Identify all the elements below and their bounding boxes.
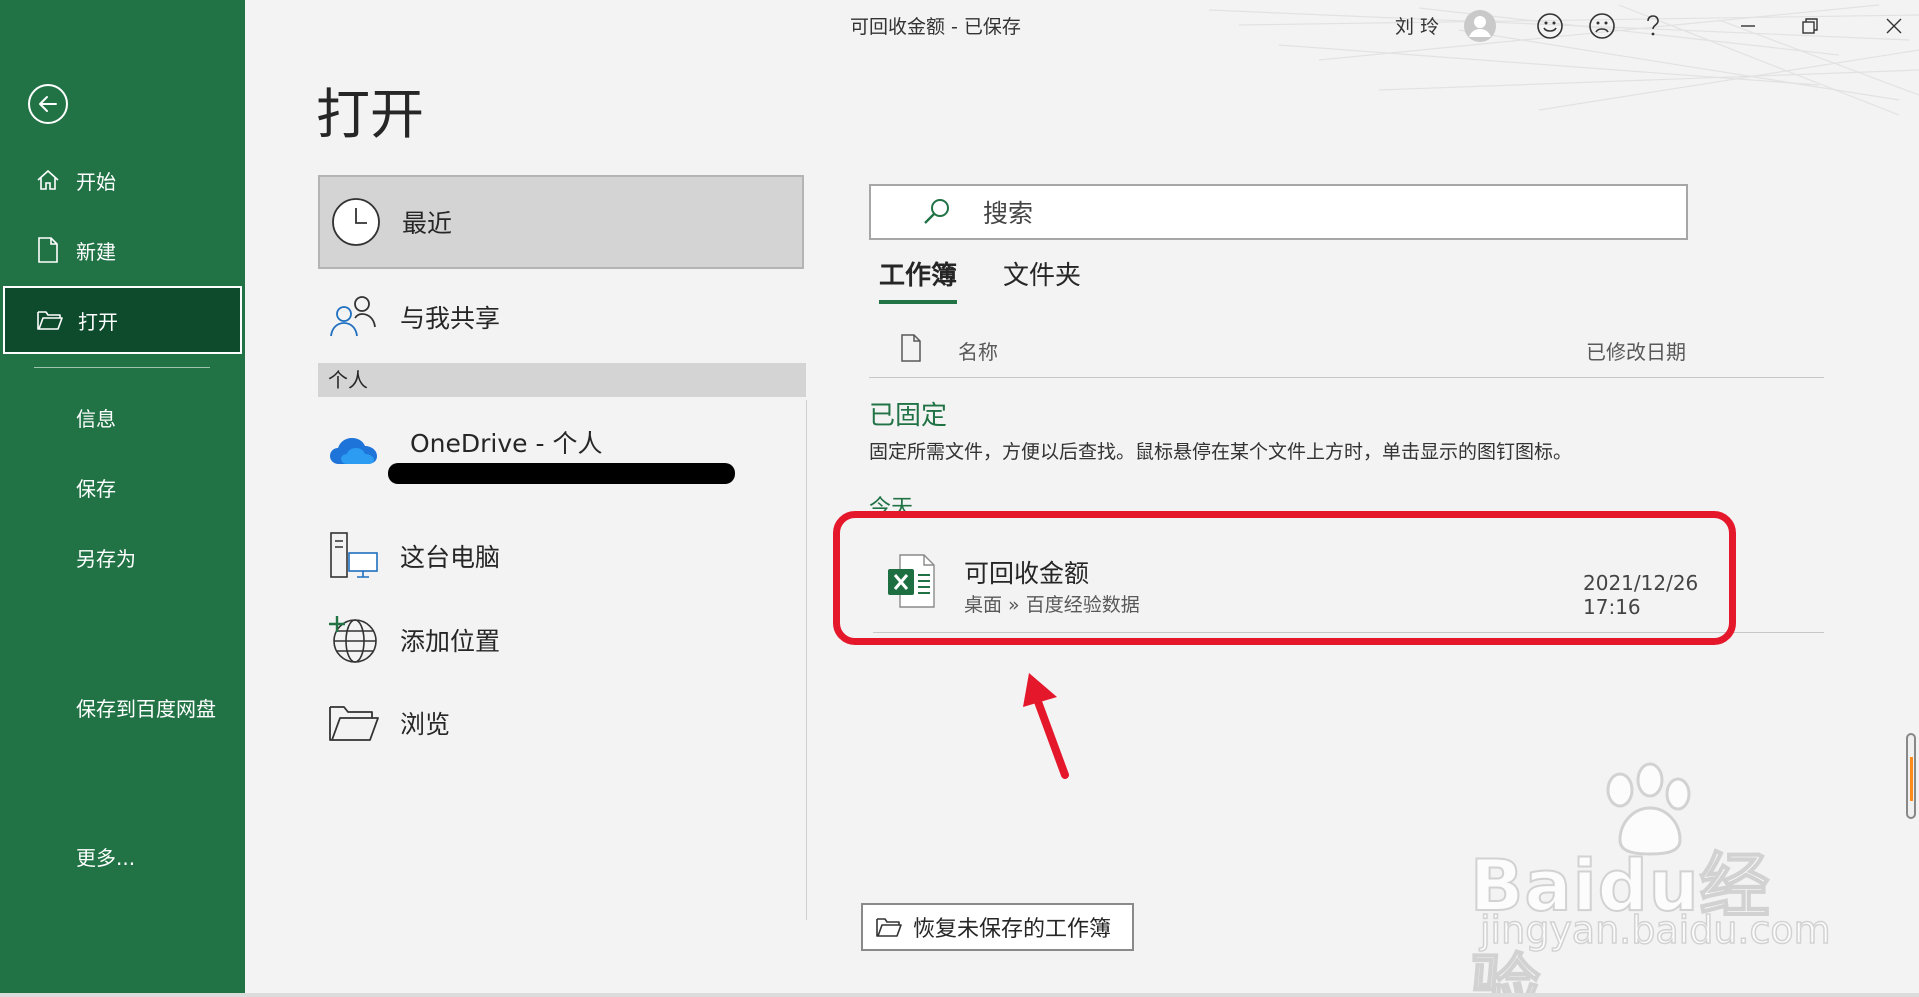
back-arrow-icon[interactable] <box>28 84 68 124</box>
red-arrow-icon <box>1023 673 1069 779</box>
watermark-sub-text: jingyan.baidu.com <box>1479 907 1831 953</box>
sidebar-item-label: 更多... <box>76 845 136 870</box>
location-label: 这台电脑 <box>400 543 501 572</box>
frown-feedback-icon[interactable] <box>1584 8 1620 44</box>
sidebar-item-label: 新建 <box>76 239 116 264</box>
new-document-icon <box>34 236 62 264</box>
restore-icon[interactable] <box>1792 8 1828 44</box>
recover-button-label: 恢复未保存的工作簿 <box>913 917 1112 942</box>
minimize-icon[interactable] <box>1730 8 1766 44</box>
avatar[interactable] <box>1462 8 1498 44</box>
sidebar-item-label: 打开 <box>78 309 118 334</box>
sidebar-item-label: 另存为 <box>76 546 136 571</box>
sidebar-item-info[interactable]: 信息 <box>0 387 245 447</box>
folder-icon <box>326 695 382 751</box>
scrollbar-thumb[interactable] <box>1906 733 1916 819</box>
search-icon <box>917 192 957 232</box>
sidebar-item-label: 开始 <box>76 169 116 194</box>
column-header-name[interactable]: 名称 <box>958 336 998 365</box>
panel-divider <box>806 400 807 920</box>
close-icon[interactable] <box>1876 8 1912 44</box>
folder-open-icon <box>873 913 905 941</box>
pinned-section-description: 固定所需文件，方便以后查找。鼠标悬停在某个文件上方时，单击显示的图钉图标。 <box>869 441 1573 463</box>
watermark-main-text: Baidu经验 <box>1469 844 1771 997</box>
recover-unsaved-workbooks-button[interactable]: 恢复未保存的工作簿 <box>861 903 1134 951</box>
search-placeholder: 搜索 <box>983 199 1034 228</box>
highlight-box <box>833 511 1736 645</box>
computer-icon <box>326 528 382 584</box>
user-name[interactable]: 刘 玲 <box>1395 12 1439 39</box>
sidebar-item-home[interactable]: 开始 <box>0 150 245 210</box>
backstage-sidebar: 开始 新建 打开 信息 保存 另存为 保存到百度网盘 更多... <box>0 0 245 997</box>
onedrive-cloud-icon <box>326 422 382 478</box>
onedrive-label: OneDrive - 个人 <box>410 429 603 458</box>
location-browse[interactable]: 浏览 <box>318 683 804 763</box>
sidebar-item-new[interactable]: 新建 <box>0 220 245 280</box>
people-icon <box>326 289 382 345</box>
smile-feedback-icon[interactable] <box>1532 8 1568 44</box>
baidu-watermark: Baidu经验 jingyan.baidu.com <box>1469 762 1831 997</box>
sidebar-divider <box>34 367 210 368</box>
sidebar-item-save-as[interactable]: 另存为 <box>0 527 245 587</box>
sidebar-item-save[interactable]: 保存 <box>0 457 245 517</box>
location-add-place[interactable]: 添加位置 <box>318 600 804 680</box>
sidebar-item-label: 信息 <box>76 406 116 431</box>
location-label: 最近 <box>402 209 453 238</box>
bottom-strip <box>0 993 1919 997</box>
sidebar-item-more[interactable]: 更多... <box>0 826 245 886</box>
location-label: 与我共享 <box>400 304 501 333</box>
clock-icon <box>328 194 384 250</box>
page-title: 打开 <box>316 83 424 146</box>
sidebar-item-save-baidu[interactable]: 保存到百度网盘 <box>0 677 245 737</box>
redacted-account-email <box>388 463 735 484</box>
section-header-personal: 个人 <box>318 363 806 397</box>
header-divider <box>869 377 1824 378</box>
location-label: 添加位置 <box>400 627 501 656</box>
document-header-icon <box>899 333 923 367</box>
tab-folders[interactable]: 文件夹 <box>1003 255 1081 300</box>
sidebar-item-open[interactable]: 打开 <box>3 286 242 354</box>
sidebar-item-label: 保存 <box>76 476 116 501</box>
location-shared-with-me[interactable]: 与我共享 <box>318 277 804 357</box>
location-this-pc[interactable]: 这台电脑 <box>318 516 804 596</box>
paw-logo-icon <box>1606 762 1691 856</box>
location-label: 浏览 <box>400 710 451 739</box>
folder-open-icon <box>36 306 64 334</box>
search-input[interactable]: 搜索 <box>869 184 1688 240</box>
tab-workbooks[interactable]: 工作簿 <box>879 255 958 304</box>
sidebar-item-label: 保存到百度网盘 <box>76 696 216 721</box>
help-icon[interactable] <box>1635 8 1671 44</box>
column-header-modified[interactable]: 已修改日期 <box>1586 336 1686 365</box>
home-icon <box>34 166 62 194</box>
add-globe-icon <box>326 612 382 668</box>
pinned-section-title: 已固定 <box>869 401 948 431</box>
window-title: 可回收金额 - 已保存 <box>850 16 1021 38</box>
location-recent[interactable]: 最近 <box>318 175 804 269</box>
